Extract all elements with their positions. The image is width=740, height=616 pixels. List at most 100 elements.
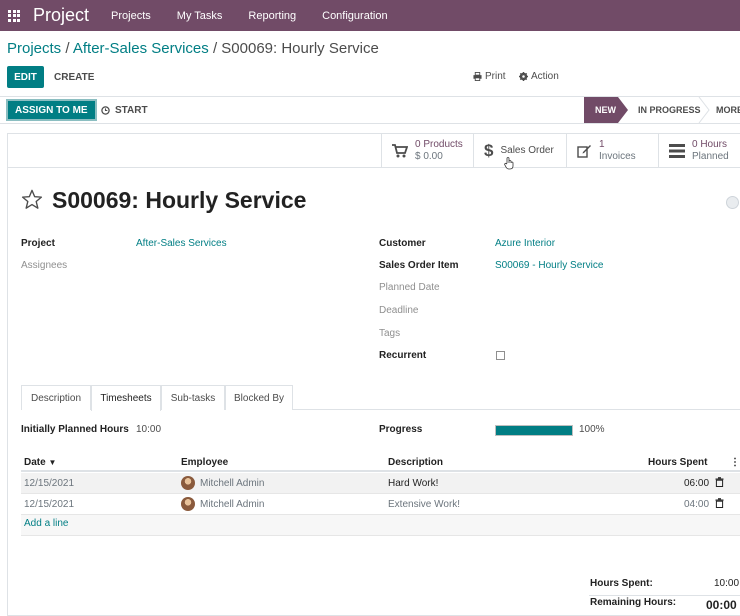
dollar-icon: $ [484, 140, 494, 160]
sales-order-item-value[interactable]: S00069 - Hourly Service [495, 260, 603, 271]
edit-button[interactable]: EDIT [7, 66, 44, 88]
table-row[interactable]: 12/15/2021 Mitchell Admin Hard Work! 06:… [21, 473, 740, 494]
row-description: Extensive Work! [388, 499, 461, 510]
hours-sub: Planned [692, 150, 729, 162]
tab-timesheets[interactable]: Timesheets [91, 385, 161, 411]
breadcrumb-current: S00069: Hourly Service [221, 40, 379, 57]
start-label: START [115, 104, 148, 116]
assignees-label: Assignees [21, 260, 68, 271]
avatar [181, 476, 195, 490]
tab-description[interactable]: Description [21, 385, 91, 410]
star-icon[interactable] [21, 189, 43, 210]
progress-bar [495, 425, 573, 436]
stage-new[interactable]: NEW [584, 97, 628, 123]
tags-label: Tags [379, 328, 401, 339]
initially-planned-hours-value: 10:00 [136, 424, 162, 435]
gear-icon [519, 72, 528, 81]
breadcrumb: Projects / After-Sales Services / S00069… [7, 40, 379, 57]
start-button[interactable]: START [101, 99, 148, 121]
row-employee-name: Mitchell Admin [200, 498, 265, 510]
invoices-value: 1 [599, 138, 605, 150]
hours-spent-label: Hours Spent: [590, 578, 653, 589]
edit-invoice-icon [577, 144, 591, 158]
action-button[interactable]: Action [519, 71, 559, 82]
breadcrumb-separator: / [212, 40, 218, 57]
products-smart-button[interactable]: 0 Products $ 0.00 [381, 134, 473, 167]
hours-value: 0 Hours [692, 138, 728, 150]
clock-icon [101, 105, 110, 115]
row-description: Hard Work! [388, 478, 439, 489]
products-value: 0 Products [415, 138, 463, 150]
progress-label: Progress [379, 424, 423, 435]
row-hours: 06:00 [684, 478, 710, 489]
column-description[interactable]: Description [388, 457, 443, 468]
apps-menu-icon[interactable] [8, 9, 20, 22]
kanban-state-icon[interactable] [726, 196, 739, 209]
task-title[interactable]: S00069: Hourly Service [52, 187, 306, 214]
customer-label: Customer [379, 238, 426, 249]
row-employee: Mitchell Admin [181, 476, 264, 490]
action-label: Action [531, 71, 559, 82]
breadcrumb-projects[interactable]: Projects [7, 40, 61, 57]
menu-my-tasks[interactable]: My Tasks [177, 10, 223, 22]
tab-blocked-by[interactable]: Blocked By [225, 385, 293, 410]
menu-projects[interactable]: Projects [111, 10, 151, 22]
breadcrumb-after-sales[interactable]: After-Sales Services [73, 40, 209, 57]
deadline-label: Deadline [379, 305, 419, 316]
app-name[interactable]: Project [33, 5, 89, 26]
smart-button-bar: 0 Products $ 0.00 $ Sales Order 1 Invoices… [8, 134, 740, 170]
create-button[interactable]: CREATE [54, 66, 94, 88]
tab-sub-tasks[interactable]: Sub-tasks [161, 385, 225, 410]
stage-in-progress[interactable]: IN PROGRESS [628, 97, 704, 123]
sales-order-label: Sales Order [500, 144, 554, 156]
products-sub: $ 0.00 [415, 150, 443, 162]
breadcrumb-separator: / [65, 40, 70, 57]
avatar [181, 497, 195, 511]
column-employee[interactable]: Employee [181, 457, 228, 468]
project-label: Project [21, 238, 55, 249]
progress-bar-fill [496, 426, 572, 435]
progress-value: 100% [579, 424, 605, 435]
top-navbar: Project Projects My Tasks Reporting Conf… [0, 0, 740, 31]
menu-configuration[interactable]: Configuration [322, 10, 387, 22]
add-line-row [21, 515, 740, 536]
row-employee: Mitchell Admin [181, 497, 264, 511]
invoices-smart-button[interactable]: 1 Invoices [566, 134, 658, 167]
sales-order-smart-button[interactable]: $ Sales Order [473, 134, 566, 167]
add-line-link[interactable]: Add a line [24, 518, 68, 529]
customer-value[interactable]: Azure Interior [495, 238, 555, 249]
remaining-hours-value: 00:00 [706, 598, 737, 612]
row-employee-name: Mitchell Admin [200, 477, 265, 489]
print-label: Print [485, 71, 506, 82]
row-date: 12/15/2021 [24, 499, 75, 510]
print-button[interactable]: Print [473, 71, 506, 82]
sort-caret-icon: ▼ [48, 458, 57, 467]
status-bar: ASSIGN TO ME START NEW IN PROGRESS MORE [0, 96, 740, 124]
menu-reporting[interactable]: Reporting [248, 10, 296, 22]
trash-icon[interactable] [715, 498, 724, 508]
planned-date-label: Planned Date [379, 282, 440, 293]
recurrent-label: Recurrent [379, 350, 427, 361]
form-sheet: 0 Products $ 0.00 $ Sales Order 1 Invoices… [7, 133, 740, 616]
hours-smart-button[interactable]: 0 Hours Planned [658, 134, 740, 167]
table-row[interactable]: 12/15/2021 Mitchell Admin Extensive Work… [21, 494, 740, 515]
trash-icon[interactable] [715, 477, 724, 487]
remaining-hours-label: Remaining Hours: [590, 597, 677, 608]
row-hours: 04:00 [684, 499, 710, 510]
assign-to-me-button[interactable]: ASSIGN TO ME [6, 99, 97, 121]
invoices-sub: Invoices [599, 150, 636, 162]
column-date-label: Date [24, 457, 46, 468]
row-date: 12/15/2021 [24, 478, 75, 489]
optional-columns-icon[interactable]: ⋮ [730, 457, 740, 468]
project-value[interactable]: After-Sales Services [136, 238, 227, 249]
mouse-pointer-hand-icon [504, 157, 514, 170]
column-hours-spent[interactable]: Hours Spent [648, 457, 707, 468]
shopping-cart-icon [392, 143, 408, 157]
sales-order-item-label: Sales Order Item [379, 260, 459, 271]
print-icon [473, 72, 482, 81]
timesheet-table-header: Date ▼ Employee Description Hours Spent … [21, 452, 740, 472]
notebook-tabs: Description Timesheets Sub-tasks Blocked… [21, 385, 740, 411]
stage-more[interactable]: MORE [704, 97, 740, 123]
recurrent-checkbox[interactable] [496, 351, 505, 360]
column-date[interactable]: Date ▼ [24, 457, 56, 468]
